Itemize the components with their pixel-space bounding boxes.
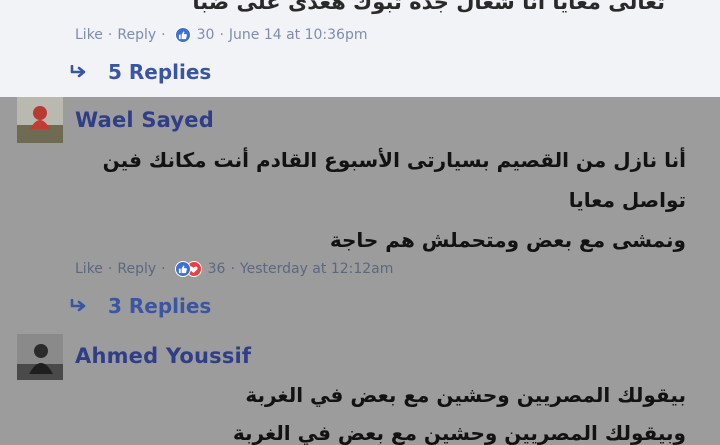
reaction-count: 36	[207, 261, 226, 277]
reactions[interactable]	[174, 27, 191, 43]
comment-text-line: أنا نازل من القصيم بسيارتى الأسبوع القاد…	[102, 148, 686, 172]
separator-dot: ·	[161, 261, 166, 277]
replies-toggle[interactable]: 3 Replies	[70, 294, 211, 318]
timestamp: Yesterday at 12:12am	[239, 261, 394, 277]
avatar[interactable]	[17, 334, 63, 380]
reaction-count: 30	[196, 27, 215, 43]
comment-text-line: تواصل معايا	[568, 188, 686, 212]
comment-top-meta: Like · Reply · 30 · June 14 at 10:36pm	[75, 27, 367, 43]
comment-text-line: بيقولك المصريين وحشين مع بعض في الغربة	[245, 383, 686, 407]
separator-dot: ·	[161, 27, 166, 43]
separator-dot: ·	[107, 261, 113, 277]
reply-arrow-icon	[70, 299, 86, 312]
like-reaction-icon	[174, 27, 191, 43]
comment-text-line: وبيقولك المصريين وحشين مع بعض في الغربة	[232, 421, 686, 445]
comment-top: تعالى معايا أنا شغال جدة تبوك هعدى على ض…	[0, 0, 720, 97]
like-link[interactable]: Like	[75, 261, 103, 277]
separator-dot: ·	[230, 261, 235, 277]
separator-dot: ·	[107, 27, 113, 43]
comment-meta: Like · Reply · 36 · Yesterday at 12:12am	[75, 261, 393, 277]
reply-arrow-icon	[70, 65, 86, 78]
reply-link[interactable]: Reply	[117, 27, 156, 43]
like-link[interactable]: Like	[75, 27, 103, 43]
comment-top-text: تعالى معايا أنا شغال جدة تبوك هعدى على ض…	[192, 0, 665, 14]
replies-label: 5 Replies	[108, 60, 212, 84]
reactions[interactable]	[174, 261, 202, 277]
separator-dot: ·	[219, 27, 224, 43]
timestamp: June 14 at 10:36pm	[228, 27, 368, 43]
comment-text-line: ونمشى مع بعض ومتحملش هم حاجة	[329, 228, 686, 252]
comment-author[interactable]: Ahmed Youssif	[75, 344, 251, 368]
comment-author[interactable]: Wael Sayed	[75, 108, 214, 132]
replies-toggle[interactable]: 5 Replies	[70, 60, 211, 84]
like-reaction-icon	[174, 261, 191, 277]
avatar[interactable]	[17, 97, 63, 143]
replies-label: 3 Replies	[108, 294, 212, 318]
reply-link[interactable]: Reply	[117, 261, 156, 277]
